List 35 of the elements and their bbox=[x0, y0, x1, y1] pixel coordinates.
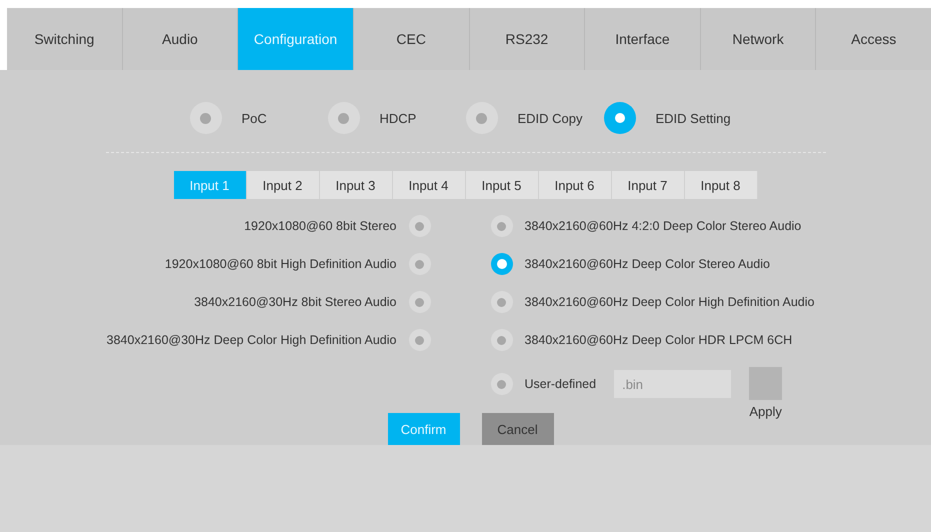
input-tab[interactable]: Input 8 bbox=[684, 171, 758, 199]
radio-button[interactable] bbox=[490, 215, 512, 237]
edid-option-label: 1920x1080@60 8bit High Definition Audio bbox=[164, 257, 396, 271]
radio-button[interactable] bbox=[466, 102, 498, 134]
radio-button[interactable] bbox=[190, 102, 222, 134]
radio-button[interactable] bbox=[490, 291, 512, 313]
input-tab[interactable]: Input 3 bbox=[320, 171, 392, 199]
input-tab[interactable]: Input 6 bbox=[538, 171, 612, 199]
edid-option-label: 3840x2160@60Hz Deep Color HDR LPCM 6CH bbox=[524, 333, 792, 347]
radio-button[interactable] bbox=[408, 215, 430, 237]
input-tab[interactable]: Input 5 bbox=[466, 171, 538, 199]
radio-button[interactable] bbox=[604, 102, 636, 134]
mode-label: EDID Setting bbox=[656, 110, 731, 126]
input-tab[interactable]: Input 7 bbox=[612, 171, 684, 199]
edid-option-label: 3840x2160@60Hz Deep Color High Definition Audio bbox=[524, 295, 814, 309]
user-defined-label: User-defined bbox=[524, 377, 596, 391]
input-tab[interactable]: Input 4 bbox=[392, 171, 466, 199]
radio-button[interactable] bbox=[328, 102, 360, 134]
input-tab[interactable]: Input 2 bbox=[246, 171, 320, 199]
mode-label: EDID Copy bbox=[518, 110, 583, 126]
file-field[interactable]: .bin bbox=[614, 370, 732, 398]
mode-label: PoC bbox=[242, 110, 267, 126]
cancel-button[interactable]: Cancel bbox=[482, 413, 554, 445]
radio-button[interactable] bbox=[408, 329, 430, 351]
radio-button[interactable] bbox=[408, 291, 430, 313]
radio-button[interactable] bbox=[490, 329, 512, 351]
radio-button[interactable] bbox=[490, 373, 512, 395]
radio-button[interactable] bbox=[490, 253, 512, 275]
mode-label: HDCP bbox=[380, 110, 416, 126]
edid-option-label: 3840x2160@60Hz Deep Color Stereo Audio bbox=[524, 257, 770, 271]
edid-option-label: 3840x2160@30Hz 8bit Stereo Audio bbox=[194, 295, 396, 309]
edid-option-label: 3840x2160@60Hz 4:2:0 Deep Color Stereo Audio bbox=[524, 219, 802, 233]
edid-option-label: 1920x1080@60 8bit Stereo bbox=[244, 219, 396, 233]
edid-option-label: 3840x2160@30Hz Deep Color High Definition Audio bbox=[106, 333, 396, 347]
radio-button[interactable] bbox=[408, 253, 430, 275]
